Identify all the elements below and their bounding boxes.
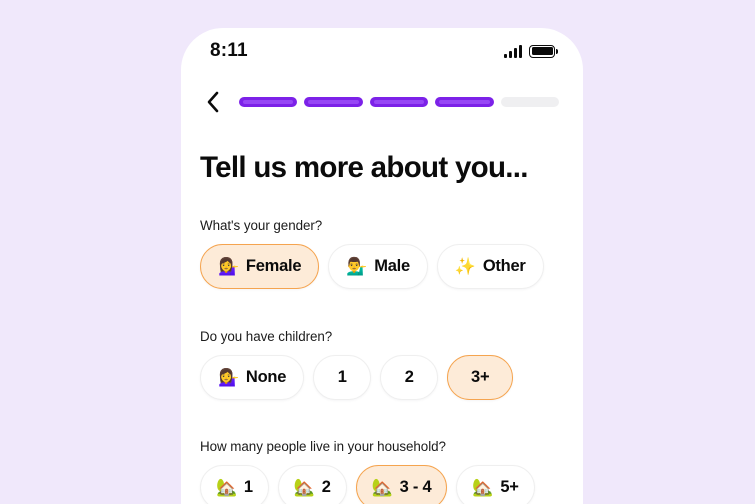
question-group-household: How many people live in your household? … — [200, 439, 575, 504]
option-row-household: 🏡 1 🏡 2 🏡 3 - 4 🏡 5+ — [200, 465, 575, 504]
option-chip-female[interactable]: 💁‍♀️ Female — [200, 244, 320, 289]
status-indicators — [504, 44, 558, 58]
option-chip-household-1[interactable]: 🏡 1 — [200, 465, 269, 504]
option-label: 5+ — [500, 478, 519, 496]
navigation-row — [181, 85, 583, 119]
man-tipping-hand-emoji: 💁‍♂️ — [346, 257, 368, 276]
option-chip-children-1[interactable]: 1 — [313, 355, 372, 400]
progress-segment-3 — [369, 97, 429, 107]
progress-segment-5 — [500, 97, 560, 107]
option-chip-male[interactable]: 💁‍♂️ Male — [328, 244, 428, 289]
question-label-children: Do you have children? — [200, 329, 333, 344]
option-chip-children-2[interactable]: 2 — [380, 355, 439, 400]
option-label: 2 — [321, 478, 331, 496]
status-bar: 8:11 — [181, 28, 583, 74]
question-label-gender: What's your gender? — [200, 218, 323, 233]
house-with-garden-emoji: 🏡 — [216, 478, 237, 497]
progress-segment-1 — [239, 97, 298, 107]
question-group-children: Do you have children? 💁‍♀️ None 1 2 3+ — [200, 329, 575, 400]
option-label: Other — [482, 257, 526, 275]
back-button[interactable] — [198, 87, 228, 117]
house-with-garden-emoji: 🏡 — [371, 478, 393, 497]
progress-indicator — [239, 97, 560, 107]
option-label: 2 — [404, 368, 414, 386]
cellular-signal-icon — [504, 44, 522, 58]
question-label-household: How many people live in your household? — [200, 439, 446, 454]
question-group-gender: What's your gender? 💁‍♀️ Female 💁‍♂️ Mal… — [200, 218, 575, 289]
option-label: 1 — [243, 478, 253, 496]
option-chip-other[interactable]: ✨ Other — [436, 244, 544, 289]
option-chip-children-none[interactable]: 💁‍♀️ None — [200, 355, 305, 400]
house-with-garden-emoji: 🏡 — [293, 478, 315, 497]
progress-segment-2 — [304, 97, 363, 107]
woman-tipping-hand-emoji: 💁‍♀️ — [218, 257, 239, 276]
option-row-children: 💁‍♀️ None 1 2 3+ — [200, 355, 575, 400]
phone-screen-card: 8:11 Tell us more about you... What's yo… — [181, 28, 583, 504]
woman-tipping-hand-emoji: 💁‍♀️ — [218, 368, 239, 387]
page-title: Tell us more about you... — [200, 151, 529, 184]
option-chip-household-5plus[interactable]: 🏡 5+ — [456, 465, 535, 504]
option-row-gender: 💁‍♀️ Female 💁‍♂️ Male ✨ Other — [200, 244, 575, 289]
option-chip-household-2[interactable]: 🏡 2 — [277, 465, 347, 504]
battery-full-icon — [529, 44, 558, 58]
sparkles-emoji: ✨ — [454, 257, 476, 276]
progress-segment-4 — [435, 97, 494, 107]
house-with-garden-emoji: 🏡 — [472, 478, 494, 497]
option-chip-household-3-4[interactable]: 🏡 3 - 4 — [355, 465, 448, 504]
option-label: None — [245, 368, 287, 386]
option-label: 1 — [337, 368, 347, 386]
option-label: Male — [374, 257, 410, 275]
status-time: 8:11 — [210, 40, 248, 61]
option-label: Female — [245, 257, 302, 275]
option-label: 3+ — [471, 368, 490, 386]
option-label: 3 - 4 — [399, 478, 432, 496]
chevron-left-icon — [207, 91, 219, 113]
option-chip-children-3plus[interactable]: 3+ — [447, 355, 514, 400]
